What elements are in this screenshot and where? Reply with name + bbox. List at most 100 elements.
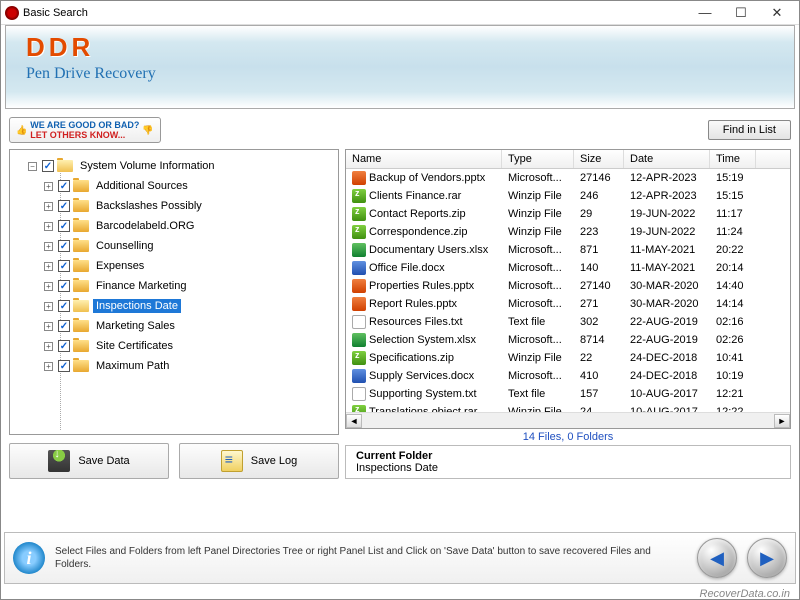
file-time: 15:15 (710, 190, 756, 202)
maximize-button[interactable]: ☐ (723, 3, 759, 23)
column-date[interactable]: Date (624, 150, 710, 168)
save-data-button[interactable]: Save Data (9, 443, 169, 479)
file-row[interactable]: Correspondence.zip Winzip File 223 19-JU… (346, 223, 790, 241)
file-size: 410 (574, 370, 624, 382)
file-time: 20:14 (710, 262, 756, 274)
tree-node-label[interactable]: Additional Sources (93, 179, 191, 193)
column-size[interactable]: Size (574, 150, 624, 168)
file-name: Properties Rules.pptx (369, 280, 474, 292)
checkbox[interactable] (58, 280, 70, 292)
column-time[interactable]: Time (710, 150, 756, 168)
expand-icon[interactable]: + (44, 302, 53, 311)
column-type[interactable]: Type (502, 150, 574, 168)
save-log-button[interactable]: Save Log (179, 443, 339, 479)
expand-icon[interactable]: + (44, 182, 53, 191)
tree-node-label[interactable]: Maximum Path (93, 359, 172, 373)
checkbox[interactable] (58, 260, 70, 272)
file-row[interactable]: Specifications.zip Winzip File 22 24-DEC… (346, 349, 790, 367)
info-icon: i (13, 542, 45, 574)
expand-icon[interactable]: + (44, 202, 53, 211)
file-size: 871 (574, 244, 624, 256)
checkbox[interactable] (58, 200, 70, 212)
file-name: Specifications.zip (369, 352, 454, 364)
expand-icon[interactable]: + (44, 262, 53, 271)
file-zip-icon (352, 405, 366, 412)
file-size: 27146 (574, 172, 624, 184)
file-row[interactable]: Selection System.xlsx Microsoft... 8714 … (346, 331, 790, 349)
tree-node-label[interactable]: Expenses (93, 259, 147, 273)
horizontal-scrollbar[interactable]: ◄ ► (346, 412, 790, 428)
file-row[interactable]: Backup of Vendors.pptx Microsoft... 2714… (346, 169, 790, 187)
collapse-icon[interactable]: − (28, 162, 37, 171)
close-button[interactable]: ✕ (759, 3, 795, 23)
file-row[interactable]: Translations object.rar Winzip File 24 1… (346, 403, 790, 412)
tree-node-label[interactable]: Counselling (93, 239, 156, 253)
checkbox[interactable] (58, 300, 70, 312)
expand-icon[interactable]: + (44, 282, 53, 291)
scroll-left-icon[interactable]: ◄ (346, 414, 362, 428)
file-row[interactable]: Clients Finance.rar Winzip File 246 12-A… (346, 187, 790, 205)
checkbox[interactable] (58, 240, 70, 252)
tree-node[interactable]: + Finance Marketing (14, 276, 334, 296)
find-in-list-button[interactable]: Find in List (708, 120, 791, 140)
review-button[interactable]: 👍 WE ARE GOOD OR BAD? LET OTHERS KNOW...… (9, 117, 161, 143)
file-row[interactable]: Supply Services.docx Microsoft... 410 24… (346, 367, 790, 385)
titlebar: Basic Search — ☐ ✕ (1, 1, 799, 25)
file-date: 24-DEC-2018 (624, 352, 710, 364)
tree-node-label[interactable]: Barcodelabeld.ORG (93, 219, 197, 233)
file-row[interactable]: Documentary Users.xlsx Microsoft... 871 … (346, 241, 790, 259)
tree-node-label[interactable]: Backslashes Possibly (93, 199, 205, 213)
tree-node[interactable]: + Backslashes Possibly (14, 196, 334, 216)
checkbox[interactable] (58, 340, 70, 352)
folder-tree[interactable]: − System Volume Information + Additional… (9, 149, 339, 435)
folder-icon (73, 280, 89, 292)
checkbox[interactable] (58, 360, 70, 372)
tree-node[interactable]: + Additional Sources (14, 176, 334, 196)
file-pptx-icon (352, 297, 366, 311)
tree-root-node[interactable]: − System Volume Information (14, 156, 334, 176)
file-list[interactable]: Name Type Size Date Time Backup of Vendo… (345, 149, 791, 429)
tree-node-label[interactable]: Marketing Sales (93, 319, 178, 333)
tree-node[interactable]: + Barcodelabeld.ORG (14, 216, 334, 236)
tree-node[interactable]: + Site Certificates (14, 336, 334, 356)
arrow-left-icon: ◀ (710, 548, 724, 569)
file-size: 223 (574, 226, 624, 238)
column-name[interactable]: Name (346, 150, 502, 168)
file-date: 19-JUN-2022 (624, 208, 710, 220)
tree-node[interactable]: + Inspections Date (14, 296, 334, 316)
file-row[interactable]: Contact Reports.zip Winzip File 29 19-JU… (346, 205, 790, 223)
file-row[interactable]: Properties Rules.pptx Microsoft... 27140… (346, 277, 790, 295)
tree-node[interactable]: + Expenses (14, 256, 334, 276)
expand-icon[interactable]: + (44, 322, 53, 331)
checkbox[interactable] (58, 180, 70, 192)
back-button[interactable]: ◀ (697, 538, 737, 578)
expand-icon[interactable]: + (44, 342, 53, 351)
tree-node-label[interactable]: Site Certificates (93, 339, 176, 353)
file-row[interactable]: Report Rules.pptx Microsoft... 271 30-MA… (346, 295, 790, 313)
brand-logo: DDR (26, 32, 774, 63)
file-row[interactable]: Resources Files.txt Text file 302 22-AUG… (346, 313, 790, 331)
expand-icon[interactable]: + (44, 242, 53, 251)
tree-node-label[interactable]: System Volume Information (77, 159, 218, 173)
brand-subtitle: Pen Drive Recovery (26, 65, 774, 83)
tree-node-label[interactable]: Inspections Date (93, 299, 181, 313)
file-row[interactable]: Supporting System.txt Text file 157 10-A… (346, 385, 790, 403)
scroll-right-icon[interactable]: ► (774, 414, 790, 428)
expand-icon[interactable]: + (44, 222, 53, 231)
minimize-button[interactable]: — (687, 3, 723, 23)
checkbox[interactable] (58, 220, 70, 232)
save-icon (48, 450, 70, 472)
file-txt-icon (352, 387, 366, 401)
tree-node[interactable]: + Counselling (14, 236, 334, 256)
tree-node-label[interactable]: Finance Marketing (93, 279, 190, 293)
expand-icon[interactable]: + (44, 362, 53, 371)
next-button[interactable]: ▶ (747, 538, 787, 578)
current-folder-label: Current Folder (356, 450, 780, 462)
tree-node[interactable]: + Marketing Sales (14, 316, 334, 336)
folder-icon (73, 360, 89, 372)
checkbox[interactable] (58, 320, 70, 332)
tree-node[interactable]: + Maximum Path (14, 356, 334, 376)
checkbox[interactable] (42, 160, 54, 172)
file-row[interactable]: Office File.docx Microsoft... 140 11-MAY… (346, 259, 790, 277)
file-date: 22-AUG-2019 (624, 316, 710, 328)
